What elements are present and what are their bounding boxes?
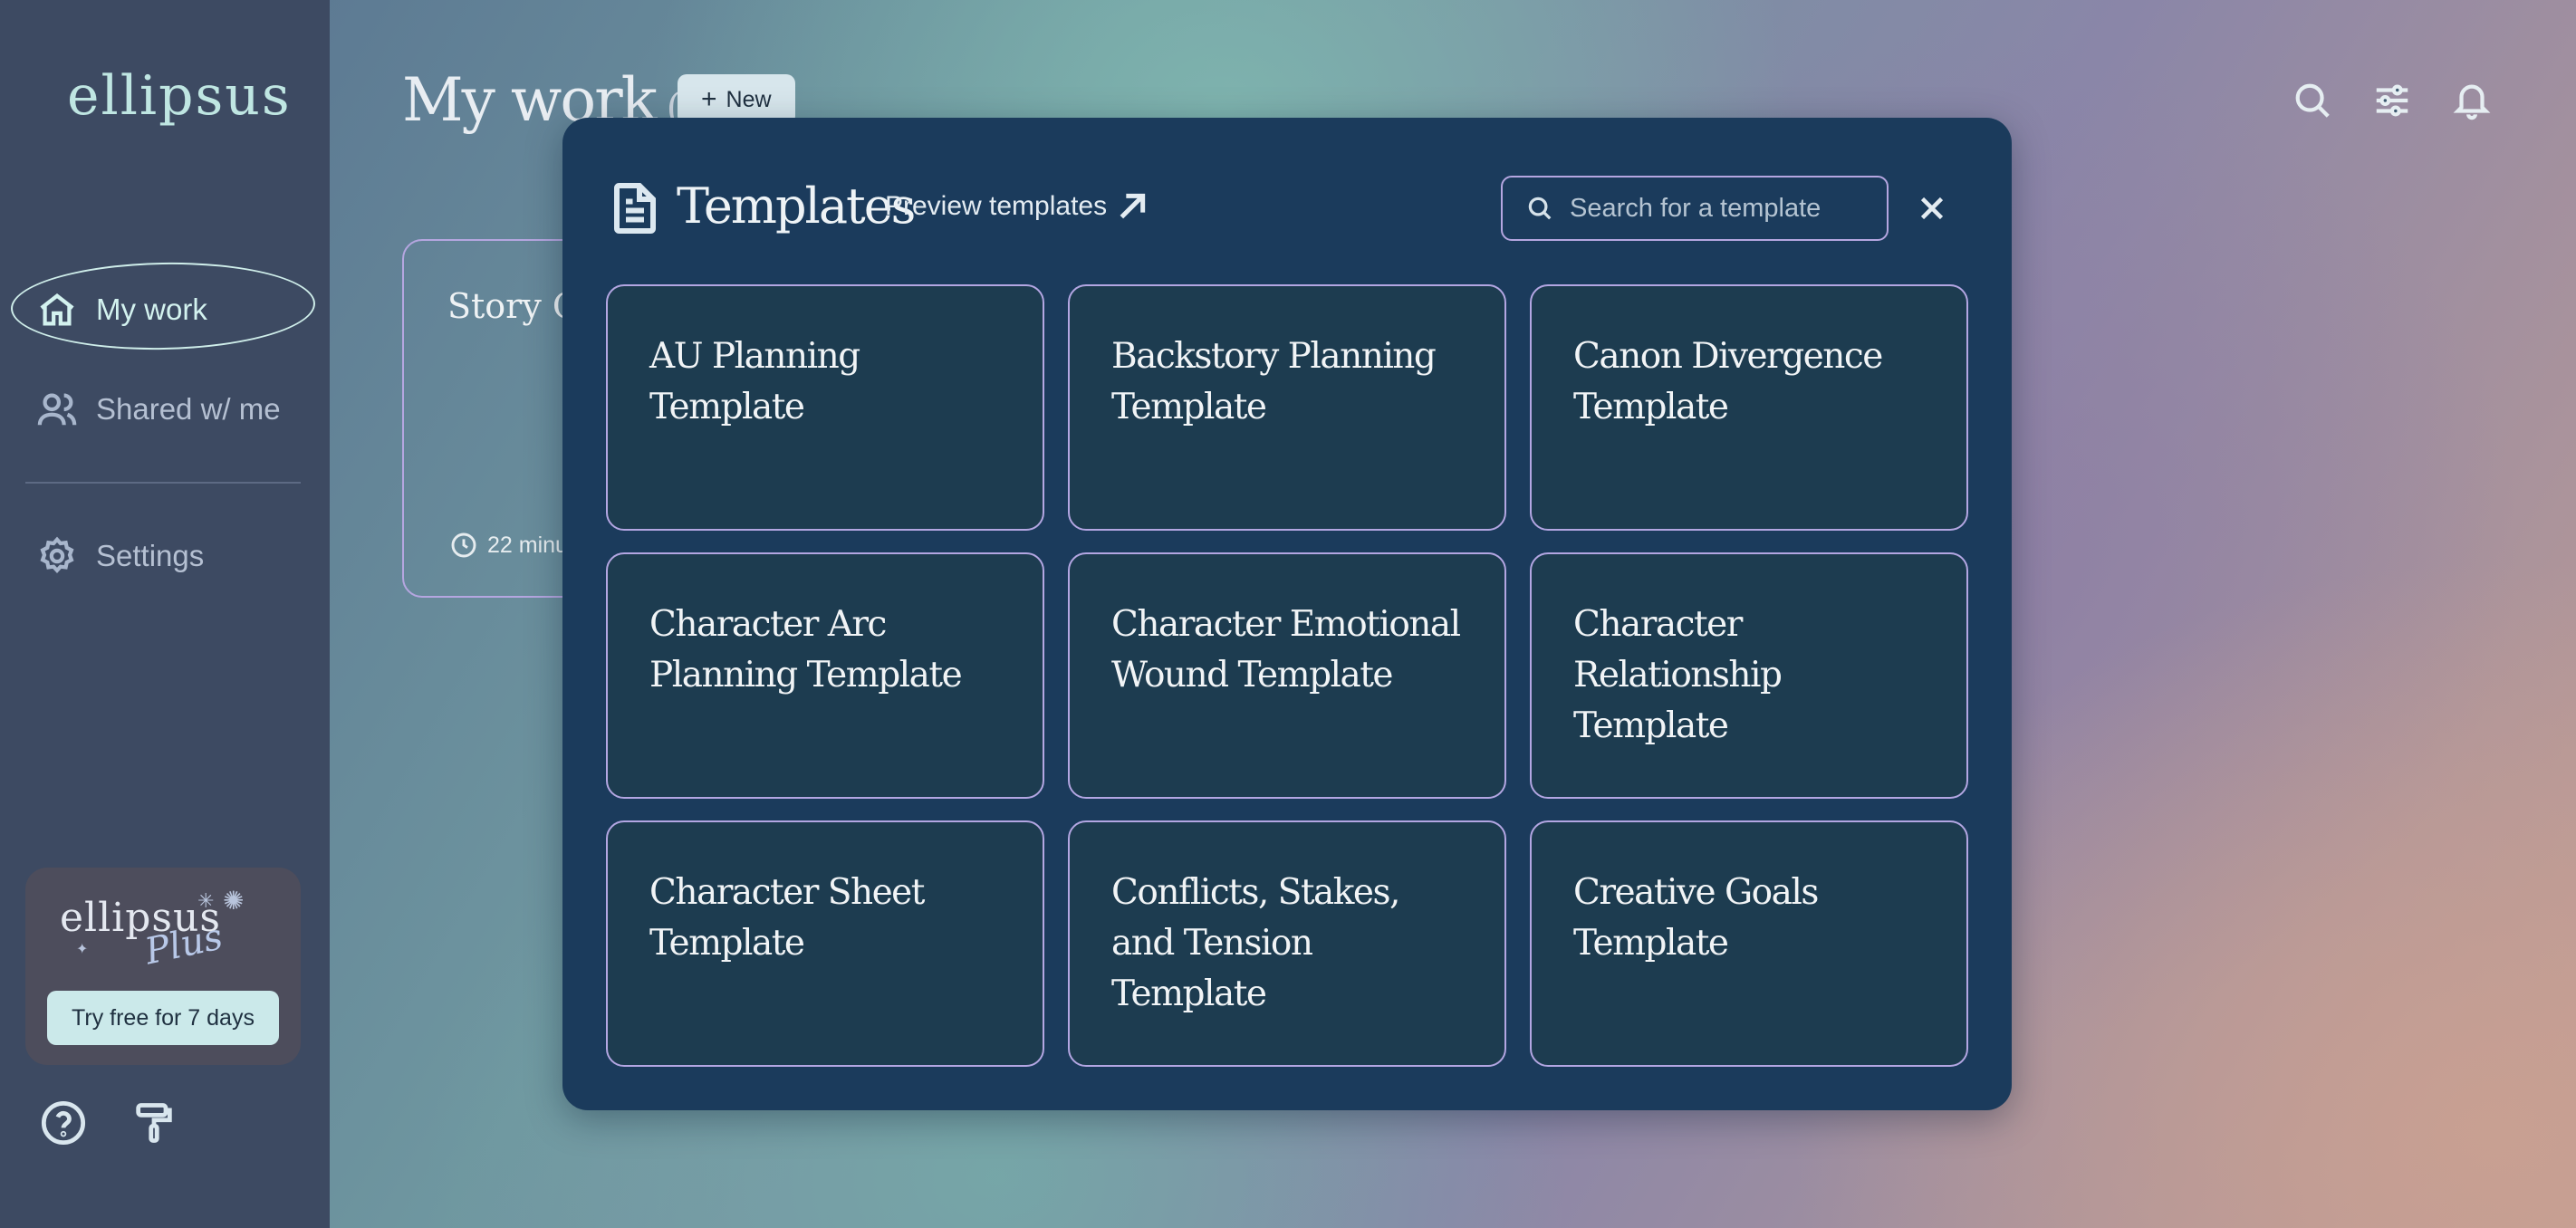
arrow-up-right-icon [1120,193,1146,219]
paint-roller-icon [136,1103,172,1143]
template-card-title: Character Sheet Template [649,872,925,964]
template-search-input[interactable] [1570,193,1869,224]
notifications-button[interactable] [2451,80,2493,121]
template-card[interactable]: Conflicts, Stakes, and Tension Template [1068,820,1506,1067]
home-icon [40,293,74,326]
template-card-title: Conflicts, Stakes, and Tension Template [1111,872,1400,1014]
template-grid: AU Planning Template Backstory Planning … [606,284,1968,1067]
clock-icon [451,532,476,558]
close-modal-button[interactable] [1916,192,1948,225]
template-card-title: Canon Divergence Template [1573,336,1883,427]
sidebar-item-settings[interactable]: Settings [36,529,204,583]
template-card-title: Character Relationship Template [1573,604,1783,746]
try-free-button[interactable]: Try free for 7 days [47,991,279,1045]
template-card[interactable]: Character Relationship Template [1530,552,1968,799]
template-card[interactable]: Backstory Planning Template [1068,284,1506,531]
bell-icon [2453,84,2491,120]
template-card-title: Character Emotional Wound Template [1111,604,1461,696]
sidebar-item-shared[interactable]: Shared w/ me [36,382,281,437]
work-card-timestamp: 22 minu [449,531,568,560]
template-card[interactable]: Canon Divergence Template [1530,284,1968,531]
template-card-title: Character Arc Planning Template [649,604,963,696]
modal-title: Templates [677,177,916,235]
sparkle-icon: ✦ [76,942,89,957]
timestamp-text: 22 minu [487,532,568,558]
users-icon [37,393,77,426]
plus-promo-card: ellipsus Plus ✳ ✺ ✦ Try free for 7 days [25,868,301,1065]
search-icon [2295,83,2330,118]
document-icon [610,181,660,235]
sidebar-item-label: My work [96,293,207,326]
sidebar: ellipsus My work Shared w/ me Settings e… [0,0,330,1228]
theme-button[interactable] [130,1099,178,1146]
sparkle-icon: ✺ [223,887,245,915]
search-button[interactable] [2292,80,2333,121]
templates-modal: Templates Preview templates AU Planning … [562,118,2012,1110]
template-card[interactable]: Character Emotional Wound Template [1068,552,1506,799]
template-card[interactable]: Character Sheet Template [606,820,1044,1067]
template-search[interactable] [1501,176,1889,241]
sidebar-item-label: Settings [96,539,205,572]
template-card-title: Backstory Planning Template [1111,336,1437,427]
app-logo[interactable]: ellipsus [67,65,290,127]
search-icon [1528,197,1552,220]
template-card[interactable]: Creative Goals Template [1530,820,1968,1067]
template-card-title: AU Planning Template [649,336,860,427]
gear-icon [40,536,74,574]
plus-icon: + [701,84,717,114]
preview-templates-link[interactable]: Preview templates [885,188,1150,225]
close-icon [1920,197,1944,220]
filter-icon [2376,84,2408,117]
template-card[interactable]: Character Arc Planning Template [606,552,1044,799]
filter-button[interactable] [2371,80,2413,121]
template-card-title: Creative Goals Template [1573,872,1819,964]
template-card[interactable]: AU Planning Template [606,284,1044,531]
help-button[interactable] [40,1099,87,1146]
sparkle-icon: ✳ [197,889,215,912]
preview-link-label: Preview templates [885,191,1108,221]
sidebar-item-my-work[interactable]: My work [36,283,207,337]
sidebar-item-label: Shared w/ me [96,392,281,426]
sidebar-divider [25,482,301,484]
new-button-label: New [726,86,772,112]
help-icon [41,1100,86,1146]
